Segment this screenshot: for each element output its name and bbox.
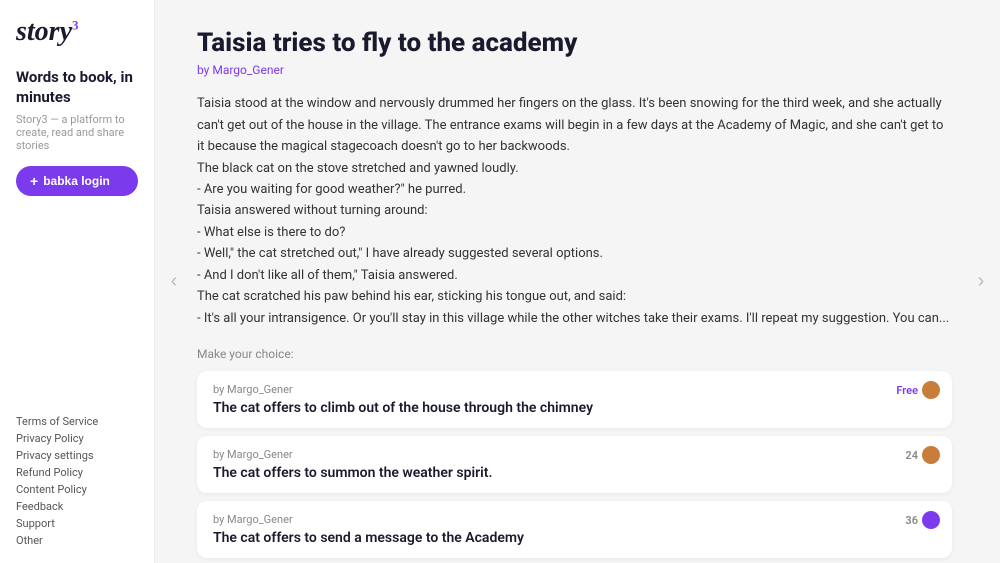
- choice-badge-1: 24: [905, 446, 940, 464]
- badge-avatar: [922, 511, 940, 529]
- badge-avatar: [922, 446, 940, 464]
- story-title: Taisia tries to fly to the academy: [197, 28, 952, 59]
- choice-card-2[interactable]: by Margo_Gener The cat offers to send a …: [197, 501, 952, 558]
- main-area: ‹ Taisia tries to fly to the academy by …: [155, 0, 1000, 563]
- choice-badge-0: Free: [896, 381, 940, 399]
- privacy-settings-link[interactable]: Privacy settings: [16, 449, 138, 462]
- story-author: by Margo_Gener: [197, 63, 952, 77]
- choice-card-0[interactable]: by Margo_Gener The cat offers to climb o…: [197, 371, 952, 428]
- privacy-policy-link[interactable]: Privacy Policy: [16, 432, 138, 445]
- badge-count-label: 36: [905, 514, 918, 527]
- support-link[interactable]: Support: [16, 517, 138, 530]
- choice-author-0: by Margo_Gener: [213, 383, 936, 396]
- make-choice-label: Make your choice:: [197, 347, 952, 361]
- story-body: Taisia stood at the window and nervously…: [197, 93, 952, 329]
- other-link[interactable]: Other: [16, 534, 138, 547]
- prev-arrow-button[interactable]: ‹: [155, 0, 193, 563]
- sidebar-footer: Terms of Service Privacy Policy Privacy …: [16, 415, 138, 547]
- choice-text-2: The cat offers to send a message to the …: [213, 530, 936, 546]
- logo-sup: 3: [72, 18, 79, 33]
- terms-of-service-link[interactable]: Terms of Service: [16, 415, 138, 428]
- feedback-link[interactable]: Feedback: [16, 500, 138, 513]
- sidebar: story3 Words to book, in minutes Story3 …: [0, 0, 155, 563]
- logo-main-text: story: [16, 16, 72, 47]
- babka-login-button[interactable]: babka login: [16, 166, 138, 196]
- tagline: Words to book, in minutes: [16, 68, 138, 107]
- content-policy-link[interactable]: Content Policy: [16, 483, 138, 496]
- choices-container: by Margo_Gener The cat offers to climb o…: [197, 371, 952, 558]
- choice-text-1: The cat offers to summon the weather spi…: [213, 465, 936, 481]
- choice-author-2: by Margo_Gener: [213, 513, 936, 526]
- content-area: Taisia tries to fly to the academy by Ma…: [193, 0, 962, 563]
- next-arrow-button[interactable]: ›: [962, 0, 1000, 563]
- logo: story3: [16, 18, 79, 46]
- choice-author-1: by Margo_Gener: [213, 448, 936, 461]
- badge-avatar: [922, 381, 940, 399]
- choice-badge-2: 36: [905, 511, 940, 529]
- choice-card-1[interactable]: by Margo_Gener The cat offers to summon …: [197, 436, 952, 493]
- logo-area: story3: [16, 18, 138, 46]
- author-name: Margo_Gener: [212, 63, 284, 77]
- tagline-sub: Story3 — a platform to create, read and …: [16, 113, 138, 152]
- choice-text-0: The cat offers to climb out of the house…: [213, 400, 936, 416]
- author-prefix: by: [197, 63, 209, 77]
- badge-count-label: 24: [905, 449, 918, 462]
- refund-policy-link[interactable]: Refund Policy: [16, 466, 138, 479]
- badge-free-label: Free: [896, 384, 918, 397]
